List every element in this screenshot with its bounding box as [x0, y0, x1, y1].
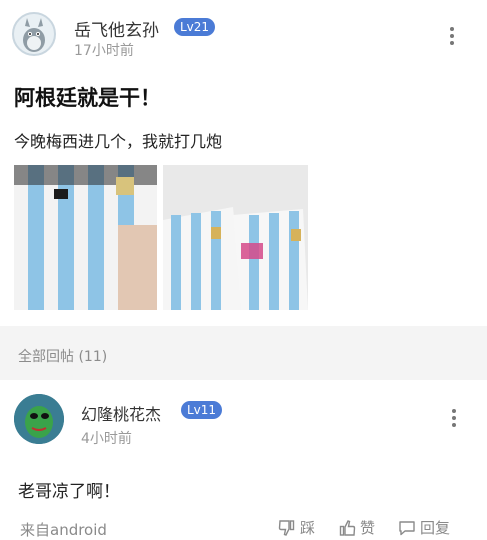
post-title: 阿根廷就是干！ — [14, 86, 161, 110]
thumb-up-icon — [339, 519, 356, 536]
reply-label: 回复 — [420, 519, 451, 537]
totoro-avatar-image — [14, 14, 54, 54]
reply-time: 4小时前 — [81, 431, 132, 447]
dislike-button[interactable]: 踩 — [278, 517, 315, 538]
like-button[interactable]: 赞 — [338, 517, 375, 538]
reply-button[interactable]: 回复 — [398, 517, 450, 538]
comment-icon — [399, 520, 415, 535]
thumb-down-icon — [278, 519, 295, 536]
reply-author-level-badge: Lv11 — [181, 401, 223, 419]
post-body: 今晚梅西进几个，我就打几炮 — [14, 132, 223, 151]
replies-count-header: 全部回帖 (11) — [18, 349, 108, 365]
reply-author-avatar[interactable] — [14, 394, 64, 444]
post-author-avatar[interactable] — [12, 12, 56, 56]
post-image-1[interactable] — [14, 165, 157, 310]
reply-more-icon[interactable] — [452, 406, 456, 430]
reply-source: 来自android — [20, 521, 107, 539]
jersey-photo-1 — [14, 165, 157, 310]
post-author-name[interactable]: 岳飞他玄孙 — [74, 16, 159, 41]
post-image-2[interactable] — [163, 165, 308, 310]
post-author-level-badge: Lv21 — [174, 18, 216, 36]
dislike-label: 踩 — [300, 519, 316, 537]
post-time: 17小时前 — [74, 43, 134, 59]
post-more-icon[interactable] — [450, 24, 454, 48]
reply-body: 老哥凉了啊！ — [18, 482, 120, 502]
reply-avatar-image — [14, 394, 64, 444]
reply-author-name[interactable]: 幻隆桃花杰 — [81, 401, 161, 425]
like-label: 赞 — [360, 519, 376, 537]
jersey-photo-2 — [163, 165, 308, 310]
